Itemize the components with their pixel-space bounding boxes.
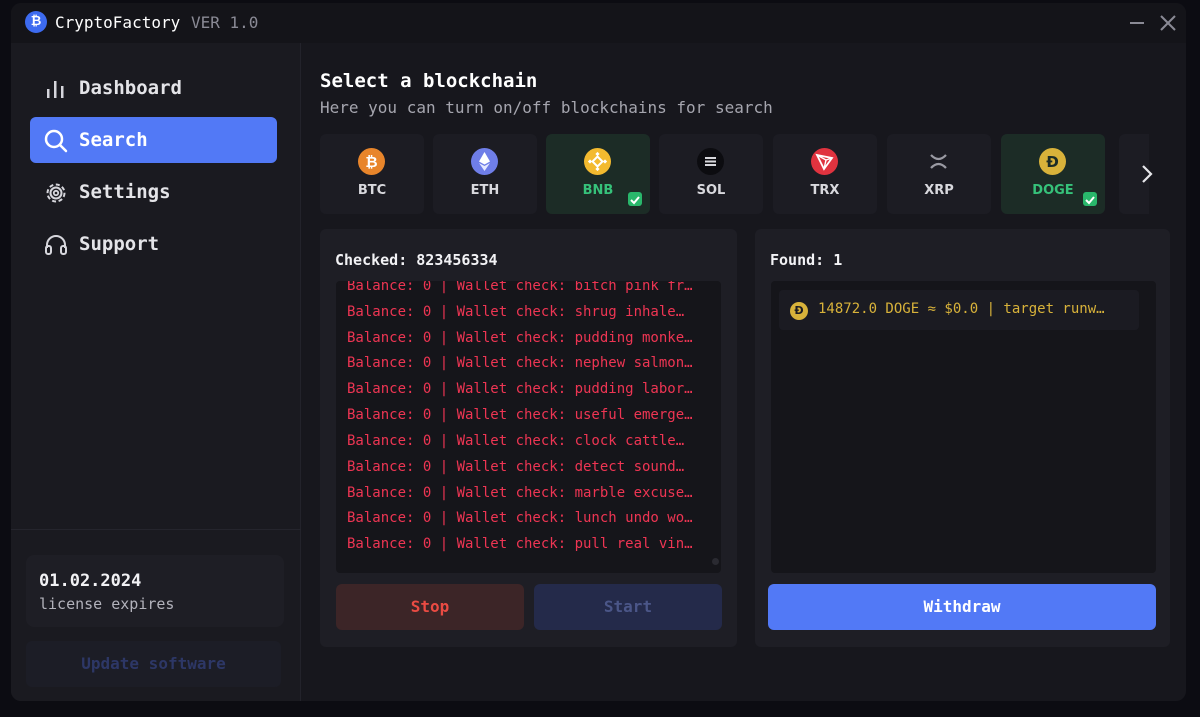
license-card: 01.02.2024 license expires xyxy=(26,555,284,627)
log-line: Balance: 0 | Wallet check: pull real vin… xyxy=(347,536,693,552)
sidebar-divider xyxy=(11,529,301,530)
stop-button[interactable]: Stop xyxy=(336,584,524,630)
sidebar-item-dashboard[interactable]: Dashboard xyxy=(30,65,277,111)
sidebar: Dashboard Search Settings Support 01.02.… xyxy=(11,43,301,701)
dogecoin-icon: Ð xyxy=(1039,148,1066,175)
wallet-check-log[interactable]: Balance: 0 | Wallet check: bitch pink fr… xyxy=(336,281,721,573)
found-item[interactable]: Ð 14872.0 DOGE ≈ $0.0 | target runw… xyxy=(779,290,1139,330)
bar-chart-icon xyxy=(43,76,69,102)
solana-icon xyxy=(697,148,724,175)
log-line: Balance: 0 | Wallet check: pudding monke… xyxy=(347,330,693,346)
xrp-icon xyxy=(925,148,952,175)
chevron-right-icon[interactable] xyxy=(1133,159,1161,189)
log-line: Balance: 0 | Wallet check: marble excuse… xyxy=(347,485,693,501)
checkmark-icon xyxy=(1083,192,1097,206)
chain-toggle-xrp[interactable]: XRP xyxy=(887,134,991,214)
chain-label: TRX xyxy=(810,183,840,198)
sidebar-item-label: Support xyxy=(79,233,160,255)
found-counter: Found: 1 xyxy=(770,251,843,269)
tron-icon xyxy=(811,148,838,175)
chain-toggle-doge[interactable]: Ð DOGE xyxy=(1001,134,1105,214)
search-log-panel: Checked: 823456334 Balance: 0 | Wallet c… xyxy=(320,229,737,647)
chain-label: BTC xyxy=(357,183,387,198)
chain-toggle-btc[interactable]: ₿ BTC xyxy=(320,134,424,214)
search-icon xyxy=(43,128,69,154)
license-label: license expires xyxy=(39,595,175,613)
sidebar-item-label: Settings xyxy=(79,181,171,203)
found-panel: Found: 1 Ð 14872.0 DOGE ≈ $0.0 | target … xyxy=(755,229,1170,647)
svg-text:₿: ₿ xyxy=(365,153,377,171)
chain-label: XRP xyxy=(924,183,954,198)
log-line: Balance: 0 | Wallet check: nephew salmon… xyxy=(347,355,693,371)
update-software-button[interactable]: Update software xyxy=(26,641,281,687)
app-name: CryptoFactory xyxy=(55,13,181,32)
scrollbar-thumb[interactable] xyxy=(712,558,719,565)
log-line: Balance: 0 | Wallet check: shrug inhale… xyxy=(347,304,685,320)
log-line: Balance: 0 | Wallet check: lunch undo wo… xyxy=(347,510,693,526)
chain-toggle-eth[interactable]: ETH xyxy=(433,134,537,214)
headset-icon xyxy=(43,232,69,258)
log-line: Balance: 0 | Wallet check: pudding labor… xyxy=(347,381,693,397)
chain-label: SOL xyxy=(696,183,726,198)
page-title: Select a blockchain xyxy=(320,70,538,92)
sidebar-item-support[interactable]: Support xyxy=(30,221,277,267)
close-icon[interactable] xyxy=(1156,11,1180,35)
doge-coin-icon: Ð xyxy=(790,302,808,320)
log-line: Balance: 0 | Wallet check: detect sound… xyxy=(347,459,685,475)
sidebar-item-label: Search xyxy=(79,129,148,151)
app-version: VER 1.0 xyxy=(191,13,259,32)
found-list: Ð 14872.0 DOGE ≈ $0.0 | target runw… xyxy=(771,281,1156,573)
start-button[interactable]: Start xyxy=(534,584,722,630)
bnb-icon xyxy=(584,148,611,175)
log-line: Balance: 0 | Wallet check: useful emerge… xyxy=(347,407,693,423)
found-item-text: 14872.0 DOGE ≈ $0.0 | target runw… xyxy=(818,301,1105,317)
chain-toggle-sol[interactable]: SOL xyxy=(659,134,763,214)
gear-icon xyxy=(43,180,69,206)
chain-toggle-trx[interactable]: TRX xyxy=(773,134,877,214)
withdraw-button[interactable]: Withdraw xyxy=(768,584,1156,630)
minimize-icon[interactable] xyxy=(1125,11,1149,35)
svg-text:Ð: Ð xyxy=(1046,153,1059,171)
license-date: 01.02.2024 xyxy=(39,571,142,591)
bitcoin-icon: ₿ xyxy=(358,148,385,175)
bitcoin-logo-icon: ₿ xyxy=(25,11,47,33)
log-line: Balance: 0 | Wallet check: clock cattle… xyxy=(347,433,685,449)
sidebar-item-settings[interactable]: Settings xyxy=(30,169,277,215)
checkmark-icon xyxy=(628,192,642,206)
sidebar-item-label: Dashboard xyxy=(79,77,182,99)
sidebar-item-search[interactable]: Search xyxy=(30,117,277,163)
title-bar: ₿ CryptoFactory VER 1.0 xyxy=(11,3,1186,43)
ethereum-icon xyxy=(471,148,498,175)
chain-toggle-bnb[interactable]: BNB xyxy=(546,134,650,214)
checked-counter: Checked: 823456334 xyxy=(335,251,498,269)
app-window: ₿ CryptoFactory VER 1.0 Dashboard Search xyxy=(11,3,1186,701)
chain-label: ETH xyxy=(470,183,500,198)
page-subtitle: Here you can turn on/off blockchains for… xyxy=(320,98,773,117)
log-line: Balance: 0 | Wallet check: bitch pink fr… xyxy=(347,281,693,294)
